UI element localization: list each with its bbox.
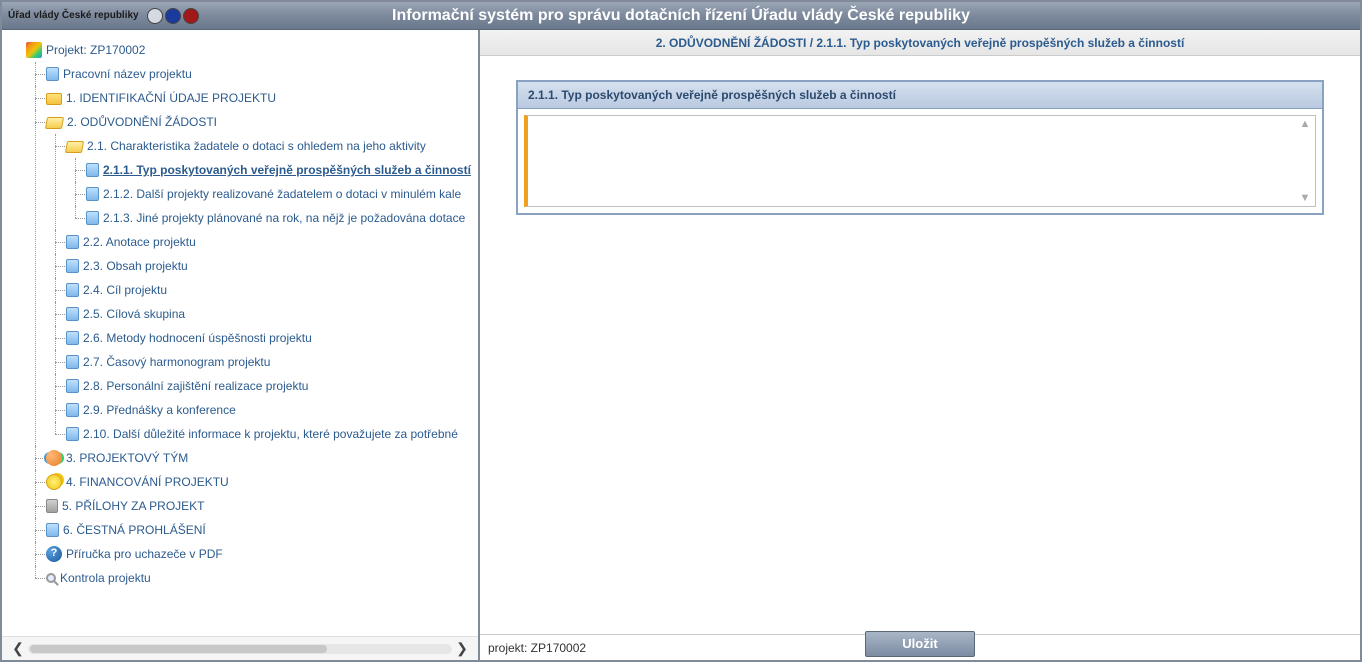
tree-link-s2-5[interactable]: 2.5. Cílová skupina [83, 307, 185, 321]
scroll-right-icon[interactable]: ❯ [452, 641, 472, 657]
doc-icon [86, 211, 99, 225]
folder-closed-icon [46, 93, 62, 105]
doc-icon [66, 331, 79, 345]
tree-node-s2-1[interactable]: 2.1. Charakteristika žadatele o dotaci s… [46, 134, 478, 230]
footer-bar: projekt: ZP170002 Uložit [480, 634, 1360, 660]
textarea-wrap: ▲ ▼ [524, 115, 1316, 207]
coins-icon [46, 474, 62, 490]
tree-link-s2-1-2[interactable]: 2.1.2. Další projekty realizované žadate… [103, 187, 461, 201]
tree-node-s2-10[interactable]: 2.10. Další důležité informace k projekt… [46, 422, 478, 446]
tree-node-s2-1-2[interactable]: 2.1.2. Další projekty realizované žadate… [66, 182, 478, 206]
doc-icon [46, 67, 59, 81]
tree-link-check[interactable]: Kontrola projektu [60, 571, 151, 585]
app-title: Informační systém pro správu dotačních ř… [392, 7, 970, 25]
badge-3-icon [183, 8, 199, 24]
tree-node-sec5[interactable]: 5. PŘÍLOHY ZA PROJEKT [26, 494, 478, 518]
doc-icon [86, 163, 99, 177]
doc-icon [66, 259, 79, 273]
team-icon [46, 450, 62, 466]
description-textarea[interactable] [528, 116, 1295, 206]
tree-link-sec3[interactable]: 3. PROJEKTOVÝ TÝM [66, 451, 188, 465]
header-badges [147, 8, 199, 24]
tree-node-s2-5[interactable]: 2.5. Cílová skupina [46, 302, 478, 326]
scroll-thumb[interactable] [30, 645, 327, 653]
org-label: Úřad vlády České republiky [8, 10, 139, 21]
tree-root-node[interactable]: Projekt: ZP170002 Pracovní název projekt… [6, 38, 478, 590]
scroll-track[interactable] [28, 644, 452, 654]
attach-icon [46, 499, 58, 513]
tree-link-s2-3[interactable]: 2.3. Obsah projektu [83, 259, 188, 273]
tree-link-s2-9[interactable]: 2.9. Přednášky a konference [83, 403, 236, 417]
badge-1-icon [147, 8, 163, 24]
doc-icon [66, 235, 79, 249]
tree-node-s2-7[interactable]: 2.7. Časový harmonogram projektu [46, 350, 478, 374]
content-panel: 2. ODŮVODNĚNÍ ŽÁDOSTI / 2.1.1. Typ posky… [480, 30, 1360, 660]
folder-open-icon [65, 141, 84, 153]
badge-2-icon [165, 8, 181, 24]
tree-link-s2-7[interactable]: 2.7. Časový harmonogram projektu [83, 355, 270, 369]
tree-view[interactable]: Projekt: ZP170002 Pracovní název projekt… [2, 30, 478, 636]
form-title: 2.1.1. Typ poskytovaných veřejně prospěš… [518, 82, 1322, 109]
tree-node-sec3[interactable]: 3. PROJEKTOVÝ TÝM [26, 446, 478, 470]
tree-node-s2-2[interactable]: 2.2. Anotace projektu [46, 230, 478, 254]
doc-icon [66, 403, 79, 417]
doc-icon [66, 307, 79, 321]
sidebar-hscroll[interactable]: ❮ ❯ [2, 636, 478, 660]
doc-icon [66, 427, 79, 441]
breadcrumb-text: 2. ODŮVODNĚNÍ ŽÁDOSTI / 2.1.1. Typ posky… [656, 36, 1185, 50]
chevron-down-icon: ▼ [1300, 192, 1311, 204]
chevron-up-icon: ▲ [1300, 118, 1311, 130]
tree-link-prac-nazev[interactable]: Pracovní název projektu [63, 67, 192, 81]
tree-link-sec6[interactable]: 6. ČESTNÁ PROHLÁŠENÍ [63, 523, 206, 537]
tree-link-s2-8[interactable]: 2.8. Personální zajištění realizace proj… [83, 379, 308, 393]
tree-node-sec1[interactable]: 1. IDENTIFIKAČNÍ ÚDAJE PROJEKTU [26, 86, 478, 110]
tree-node-s2-6[interactable]: 2.6. Metody hodnocení úspěšnosti projekt… [46, 326, 478, 350]
help-icon [46, 546, 62, 562]
doc-icon [46, 523, 59, 537]
search-icon [46, 573, 56, 583]
tree-link-sec1[interactable]: 1. IDENTIFIKAČNÍ ÚDAJE PROJEKTU [66, 91, 276, 105]
doc-icon [66, 379, 79, 393]
doc-icon [66, 355, 79, 369]
doc-icon [86, 187, 99, 201]
sidebar: Projekt: ZP170002 Pracovní název projekt… [2, 30, 480, 660]
breadcrumb: 2. ODŮVODNĚNÍ ŽÁDOSTI / 2.1.1. Typ posky… [480, 30, 1360, 56]
folder-open-icon [45, 117, 64, 129]
form-box: 2.1.1. Typ poskytovaných veřejně prospěš… [516, 80, 1324, 215]
tree-link-s2-4[interactable]: 2.4. Cíl projektu [83, 283, 167, 297]
tree-node-sec4[interactable]: 4. FINANCOVÁNÍ PROJEKTU [26, 470, 478, 494]
tree-node-s2-8[interactable]: 2.8. Personální zajištění realizace proj… [46, 374, 478, 398]
tree-link-s2-1-3[interactable]: 2.1.3. Jiné projekty plánované na rok, n… [103, 211, 465, 225]
tree-node-s2-1-1[interactable]: 2.1.1. Typ poskytovaných veřejně prospěš… [66, 158, 478, 182]
tree-link-s2-10[interactable]: 2.10. Další důležité informace k projekt… [83, 427, 458, 441]
tree-link-manual[interactable]: Příručka pro uchazeče v PDF [66, 547, 223, 561]
doc-icon [66, 283, 79, 297]
tree-root-label[interactable]: Projekt: ZP170002 [46, 43, 145, 57]
textarea-scroll-hint: ▲ ▼ [1297, 116, 1313, 206]
tree-node-manual[interactable]: Příručka pro uchazeče v PDF [26, 542, 478, 566]
tree-node-sec2[interactable]: 2. ODŮVODNĚNÍ ŽÁDOSTI 2.1. Charakteristik… [26, 110, 478, 446]
save-button[interactable]: Uložit [865, 631, 975, 657]
tree-node-sec6[interactable]: 6. ČESTNÁ PROHLÁŠENÍ [26, 518, 478, 542]
scroll-left-icon[interactable]: ❮ [8, 641, 28, 657]
tree-node-s2-4[interactable]: 2.4. Cíl projektu [46, 278, 478, 302]
tree-node-s2-9[interactable]: 2.9. Přednášky a konference [46, 398, 478, 422]
tree-node-s2-3[interactable]: 2.3. Obsah projektu [46, 254, 478, 278]
tree-link-s2-6[interactable]: 2.6. Metody hodnocení úspěšnosti projekt… [83, 331, 312, 345]
tree-link-s2-1[interactable]: 2.1. Charakteristika žadatele o dotaci s… [87, 139, 426, 153]
app-header: Úřad vlády České republiky Informační sy… [2, 2, 1360, 30]
tree-node-prac-nazev[interactable]: Pracovní název projektu [26, 62, 478, 86]
tree-link-sec5[interactable]: 5. PŘÍLOHY ZA PROJEKT [62, 499, 205, 513]
tree-link-s2-1-1[interactable]: 2.1.1. Typ poskytovaných veřejně prospěš… [103, 163, 471, 177]
tree-node-s2-1-3[interactable]: 2.1.3. Jiné projekty plánované na rok, n… [66, 206, 478, 230]
header-org: Úřad vlády České republiky [8, 8, 199, 24]
tree-link-sec2[interactable]: 2. ODŮVODNĚNÍ ŽÁDOSTI [67, 115, 217, 129]
footer-project-label: projekt: ZP170002 [480, 641, 586, 655]
cube-icon [26, 42, 42, 58]
tree-link-sec4[interactable]: 4. FINANCOVÁNÍ PROJEKTU [66, 475, 229, 489]
tree-link-s2-2[interactable]: 2.2. Anotace projektu [83, 235, 196, 249]
tree-node-check[interactable]: Kontrola projektu [26, 566, 478, 590]
